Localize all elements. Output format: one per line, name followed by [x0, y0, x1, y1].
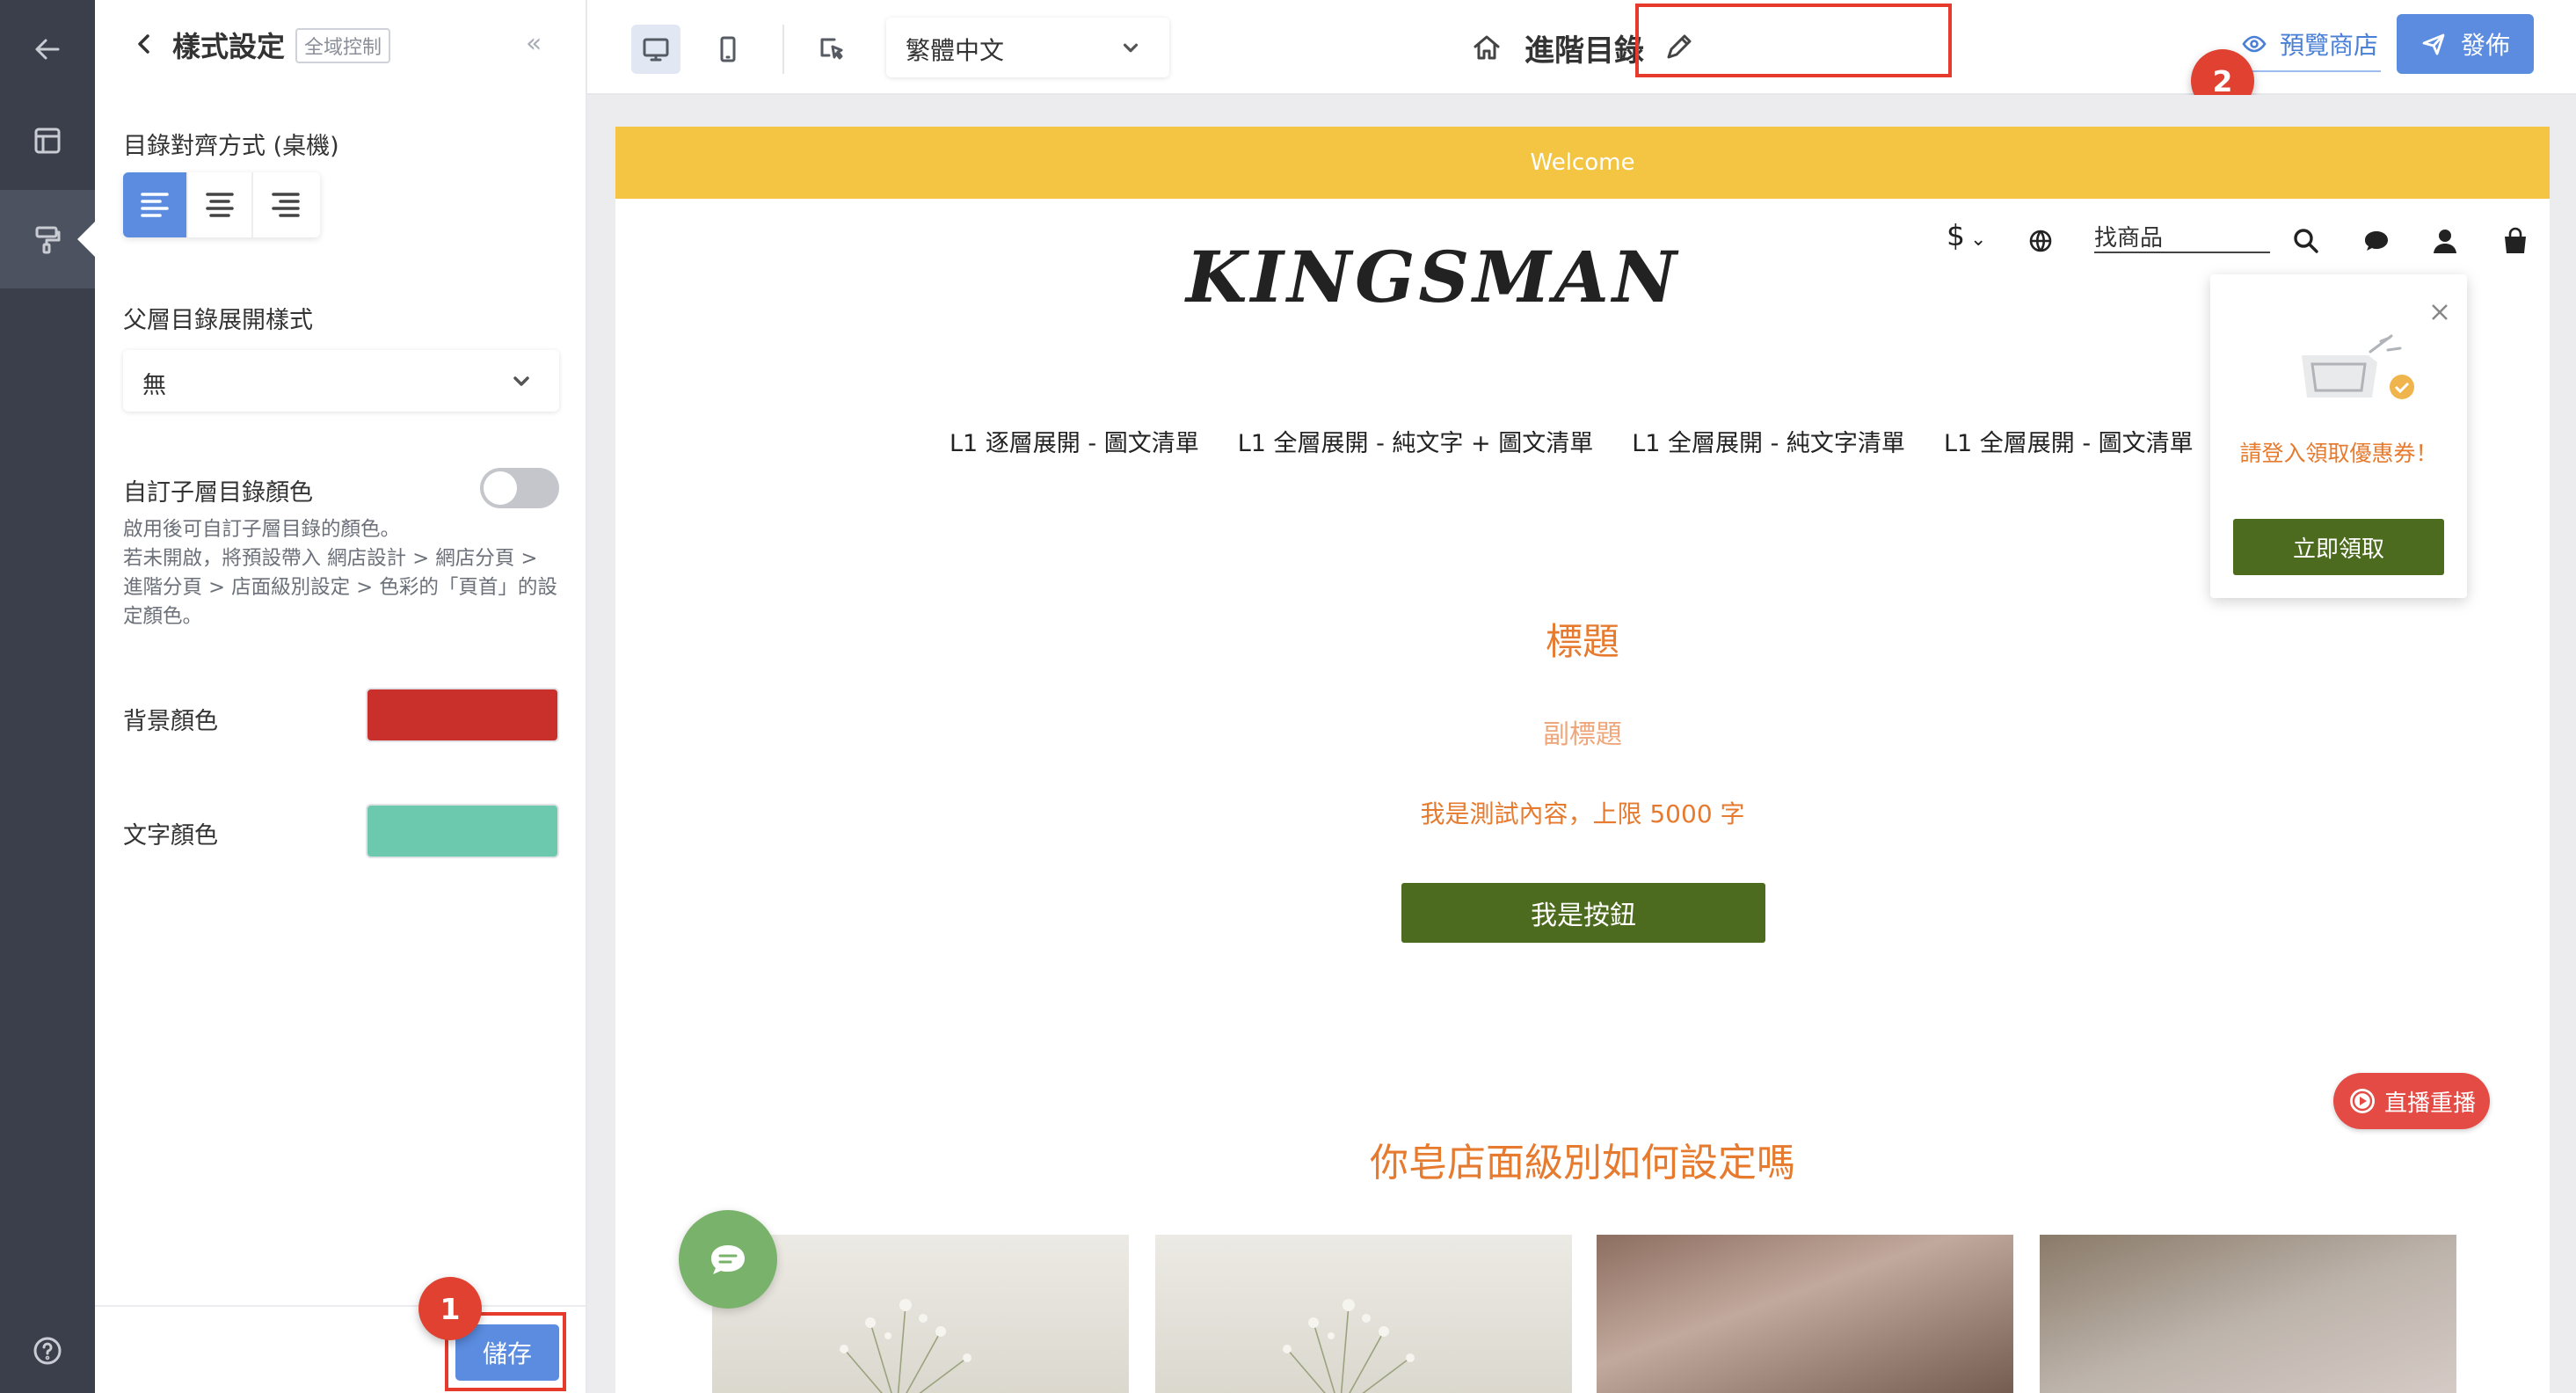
paint-roller-icon[interactable] — [0, 190, 95, 288]
align-button-group — [123, 172, 320, 237]
send-icon — [2422, 33, 2445, 55]
product-image-3[interactable] — [1597, 1235, 2013, 1393]
publish-label: 發佈 — [2460, 31, 2510, 60]
coupon-ticket-icon — [2302, 334, 2414, 399]
live-replay-button[interactable]: 直播重播 — [2333, 1073, 2490, 1129]
eye-icon — [2242, 35, 2267, 53]
nav-item-4[interactable]: L1 全層展開 - 圖文清單 — [1944, 424, 2194, 458]
text-color-swatch[interactable] — [366, 804, 559, 858]
preview-store-button[interactable]: 預覽商店 — [2238, 18, 2381, 72]
toolbar-divider — [782, 25, 784, 74]
flowers-image — [840, 1299, 971, 1393]
expand-style-value: 無 — [142, 372, 166, 399]
select-cursor-icon[interactable] — [807, 25, 856, 74]
chat-button[interactable] — [679, 1210, 777, 1309]
nav-item-1[interactable]: L1 逐層展開 - 圖文清單 — [950, 424, 1199, 458]
close-icon[interactable] — [2428, 301, 2451, 324]
language-select[interactable]: 繁體中文 — [886, 18, 1169, 77]
hero-title: 標題 — [1545, 620, 1619, 663]
cart-bag-icon[interactable] — [2500, 215, 2530, 267]
custom-color-help: 啟用後可自訂子層目錄的顏色。 若未開啟，將預設帶入 網店設計 > 網店分頁 > … — [123, 518, 557, 628]
search-icon[interactable] — [2291, 215, 2321, 267]
align-label: 目錄對齊方式 (桌機) — [123, 133, 339, 160]
message-icon[interactable] — [2361, 215, 2391, 267]
coupon-popup: 請登入領取優惠券！ 立即領取 — [2210, 274, 2467, 598]
product-image-4[interactable] — [2040, 1235, 2456, 1393]
chevron-down-icon — [510, 369, 533, 392]
collapse-icon[interactable]: « — [526, 28, 542, 59]
align-right-button[interactable] — [253, 172, 318, 237]
flowers-image — [1283, 1299, 1415, 1393]
product-image-2[interactable] — [1155, 1235, 1572, 1393]
publish-highlight-frame — [1635, 4, 1952, 77]
icon-rail — [0, 0, 95, 1393]
custom-color-toggle[interactable] — [480, 468, 559, 508]
nav-item-3[interactable]: L1 全層展開 - 純文字清單 — [1632, 424, 1905, 458]
chevron-left-icon[interactable] — [128, 28, 160, 60]
expand-style-label: 父層目錄展開樣式 — [123, 307, 313, 334]
scope-tag: 全域控制 — [295, 28, 391, 63]
desktop-view-icon[interactable] — [631, 25, 680, 74]
store-logo[interactable]: KINGSMAN — [615, 236, 2251, 318]
chat-icon — [711, 1245, 745, 1274]
page-title: 進階目錄 — [1524, 33, 1644, 69]
mobile-view-icon[interactable] — [703, 25, 753, 74]
style-settings-panel: 樣式設定 全域控制 « 目錄對齊方式 (桌機) 父層目錄展開樣式 無 自訂子層目… — [95, 0, 587, 1393]
user-icon[interactable] — [2430, 215, 2460, 267]
store-nav: L1 逐層展開 - 圖文清單 L1 全層展開 - 純文字 + 圖文清單 L1 全… — [950, 424, 2232, 458]
hero-body: 我是測試內容，上限 5000 字 — [1420, 799, 1745, 828]
step-badge-1: 1 — [418, 1277, 482, 1340]
custom-color-label: 自訂子層目錄顏色 — [123, 479, 313, 507]
language-value: 繁體中文 — [906, 36, 1005, 65]
play-circle-icon — [2349, 1089, 2375, 1113]
claim-coupon-button[interactable]: 立即領取 — [2233, 519, 2444, 575]
save-button[interactable]: 儲存 — [455, 1324, 559, 1381]
live-replay-label: 直播重播 — [2383, 1090, 2476, 1117]
home-icon — [1474, 35, 1500, 60]
hero-button[interactable]: 我是按鈕 — [1401, 883, 1765, 943]
expand-style-select[interactable]: 無 — [123, 350, 559, 412]
nav-item-2[interactable]: L1 全層展開 - 純文字 + 圖文清單 — [1238, 424, 1594, 458]
preview-label: 預覽商店 — [2279, 31, 2378, 60]
help-icon[interactable] — [0, 1302, 95, 1393]
coupon-text: 請登入領取優惠券！ — [2239, 441, 2438, 466]
bg-color-label: 背景顏色 — [123, 708, 218, 735]
align-left-button[interactable] — [123, 172, 188, 237]
text-color-label: 文字顏色 — [123, 822, 218, 850]
section-title: 你皂店面級別如何設定嗎 — [1370, 1141, 1795, 1185]
announcement-bar: Welcome — [615, 127, 2550, 199]
publish-button[interactable]: 發佈 — [2397, 14, 2534, 74]
back-arrow-icon[interactable] — [0, 0, 95, 98]
align-center-button[interactable] — [188, 172, 253, 237]
bg-color-swatch[interactable] — [366, 688, 559, 742]
panel-title: 樣式設定 — [172, 30, 286, 63]
chevron-down-icon — [1120, 37, 1141, 58]
layout-icon[interactable] — [0, 91, 95, 190]
hero-subtitle: 副標題 — [1543, 719, 1622, 750]
